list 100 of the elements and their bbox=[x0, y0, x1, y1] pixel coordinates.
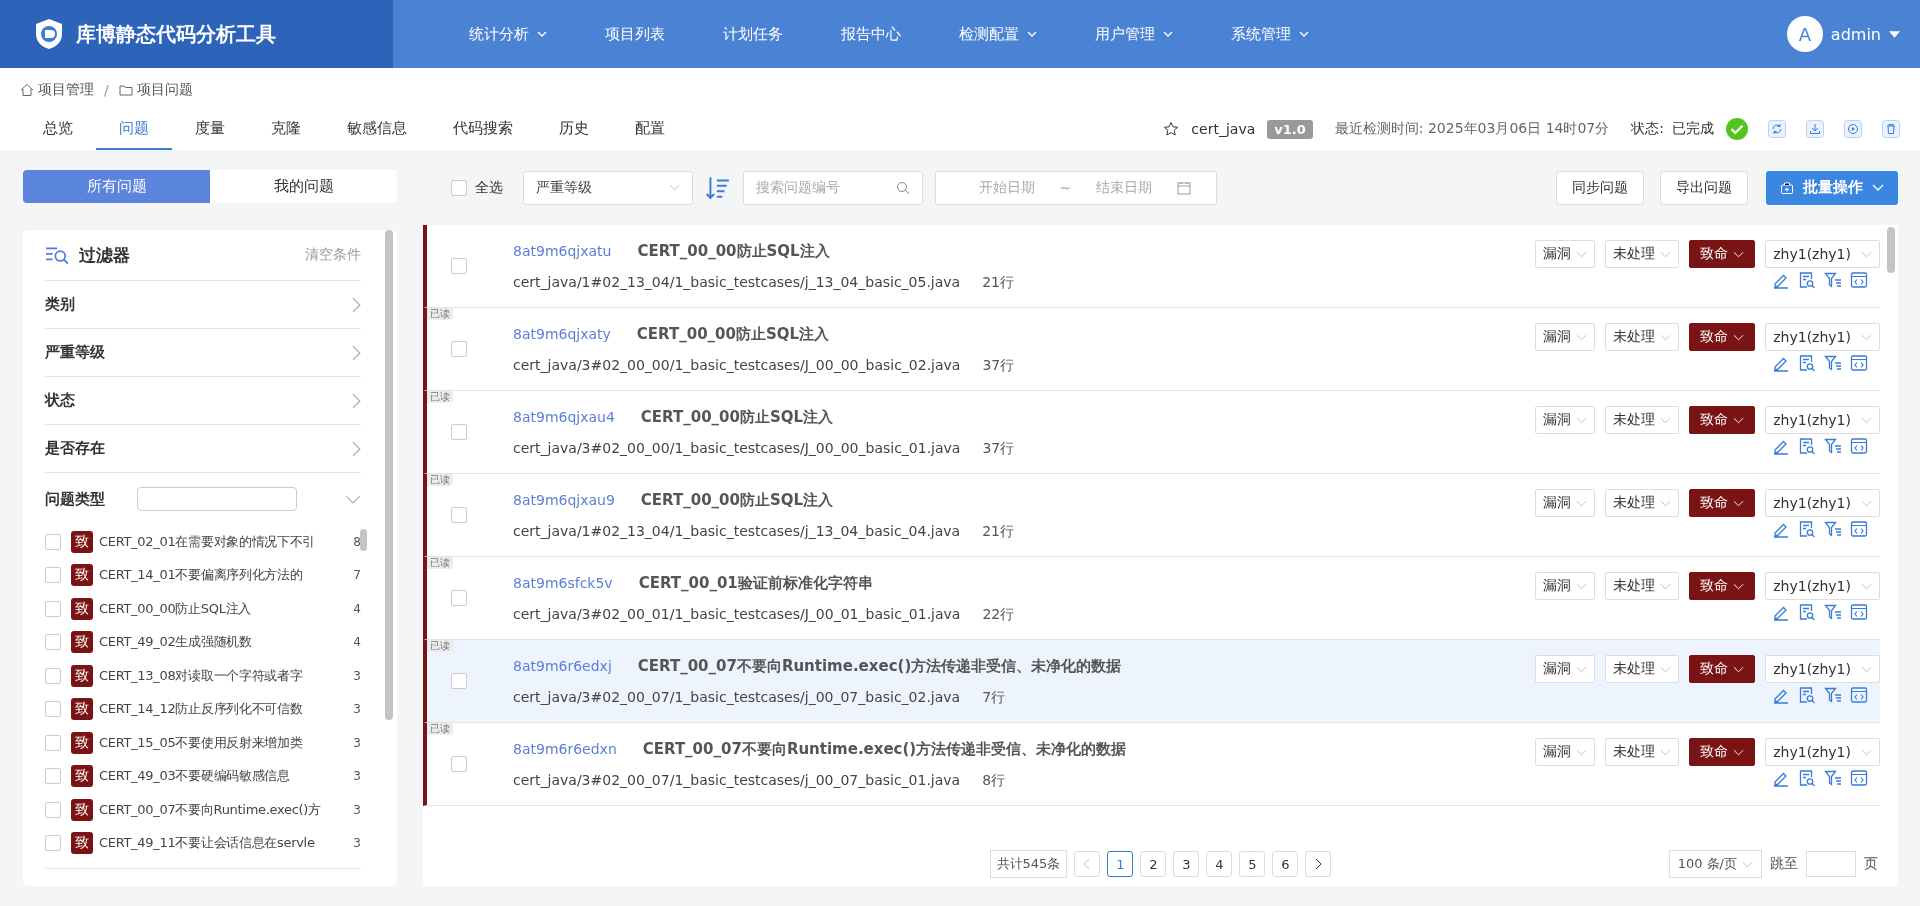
document-search-icon[interactable] bbox=[1798, 437, 1816, 455]
nav-menu-item[interactable]: 用户管理 bbox=[1066, 24, 1202, 44]
assignee-select[interactable]: zhy1(zhy1) bbox=[1765, 240, 1880, 268]
filter-section[interactable]: 严重等级 bbox=[45, 343, 105, 362]
category-select[interactable]: 漏洞 bbox=[1535, 240, 1596, 268]
assignee-select[interactable]: zhy1(zhy1) bbox=[1765, 489, 1880, 517]
previous-page-button[interactable] bbox=[1074, 851, 1101, 877]
filter-section[interactable]: 状态 bbox=[45, 391, 75, 410]
document-search-icon[interactable] bbox=[1798, 520, 1816, 538]
filter-section[interactable]: 是否存在 bbox=[45, 439, 105, 458]
caret-icon[interactable] bbox=[1889, 30, 1900, 38]
issue-type-name[interactable]: CERT_00_07不要向Runtime.exec()方 bbox=[99, 800, 339, 819]
issue-row[interactable]: 已读 8at9m6qjxau9 CERT_00_00防止SQL注入 cert_java/1#02_13_04/1_basic_testcases/j_13_04_basic_04.java 21行 漏洞 未处理 致命 zhy1(zhy1) bbox=[423, 474, 1880, 557]
issue-id-link[interactable]: 8at9m6r6edxn bbox=[513, 741, 617, 757]
page-button[interactable]: 1 bbox=[1107, 851, 1134, 877]
user-avatar[interactable]: A bbox=[1786, 16, 1823, 52]
page-size-select[interactable]: 100 条/页 bbox=[1668, 850, 1762, 878]
toolbar-button[interactable]: 导出问题 bbox=[1660, 170, 1748, 205]
select-all-label[interactable]: 全选 bbox=[475, 178, 503, 197]
issue-type-name[interactable]: CERT_13_08对读取一个字符或者字 bbox=[99, 666, 339, 685]
issue-type-name[interactable]: CERT_02_01在需要对象的情况下不引 bbox=[99, 532, 339, 551]
refresh-icon[interactable] bbox=[1768, 120, 1786, 138]
severity-select[interactable]: 致命 bbox=[1689, 240, 1756, 268]
status-select[interactable]: 未处理 bbox=[1605, 655, 1680, 683]
issue-row[interactable]: 8at9m6qjxatu CERT_00_00防止SQL注入 cert_java/1#02_13_04/1_basic_testcases/j_13_04_basic_05.java 21行 漏洞 未处理 致命 zhy1(zhy1) bbox=[423, 225, 1880, 308]
checkbox[interactable] bbox=[45, 634, 61, 651]
assignee-select[interactable]: zhy1(zhy1) bbox=[1765, 655, 1880, 683]
checkbox[interactable] bbox=[451, 258, 467, 274]
toolbar-button[interactable]: 同步问题 bbox=[1556, 170, 1644, 205]
checkbox[interactable] bbox=[45, 801, 61, 818]
status-select[interactable]: 未处理 bbox=[1605, 323, 1680, 351]
checkbox[interactable] bbox=[45, 533, 61, 550]
chevron-left-icon[interactable] bbox=[1083, 858, 1092, 870]
document-search-icon[interactable] bbox=[1798, 603, 1816, 621]
issue-type-name[interactable]: CERT_14_01不要偏离序列化方法的 bbox=[99, 566, 339, 585]
issue-type-name[interactable]: CERT_49_02生成强随机数 bbox=[99, 633, 339, 652]
issue-id-link[interactable]: 8at9m6qjxau9 bbox=[513, 492, 615, 508]
document-search-icon[interactable] bbox=[1798, 769, 1816, 787]
status-select[interactable]: 未处理 bbox=[1605, 738, 1680, 766]
filter-icon[interactable] bbox=[1824, 437, 1842, 455]
document-search-icon[interactable] bbox=[1798, 686, 1816, 704]
issue-row[interactable]: 已读 8at9m6r6edxn CERT_00_07不要向Runtime.exec()方法传递非受信、未净化的数据 cert_java/3#02_00_07/1_basic_testcases/j_00_07_basic_01.java 8行 漏洞 未处理 致命 zhy1(zhy1) bbox=[423, 723, 1880, 806]
filter-icon[interactable] bbox=[1824, 603, 1842, 621]
filter-icon[interactable] bbox=[1824, 354, 1842, 372]
page-button[interactable]: 6 bbox=[1272, 851, 1299, 877]
type-search-field[interactable] bbox=[137, 487, 297, 511]
filter-icon[interactable] bbox=[1824, 271, 1842, 289]
severity-select[interactable]: 严重等级 bbox=[523, 170, 693, 205]
checkbox[interactable] bbox=[451, 590, 467, 606]
category-select[interactable]: 漏洞 bbox=[1535, 323, 1596, 351]
severity-select[interactable]: 致命 bbox=[1689, 489, 1756, 517]
scrollbar-thumb[interactable] bbox=[1887, 227, 1895, 273]
scrollbar-thumb[interactable] bbox=[385, 230, 393, 720]
issue-row[interactable]: 已读 8at9m6qjxaty CERT_00_00防止SQL注入 cert_java/3#02_00_00/1_basic_testcases/J_00_00_basic_02.java 37行 漏洞 未处理 致命 zhy1(zhy1) bbox=[423, 308, 1880, 391]
issue-row[interactable]: 已读 8at9m6qjxau4 CERT_00_00防止SQL注入 cert_java/3#02_00_00/1_basic_testcases/J_00_00_basic_01.java 37行 漏洞 未处理 致命 zhy1(zhy1) bbox=[423, 391, 1880, 474]
tab[interactable]: 代码搜索 bbox=[430, 108, 536, 150]
document-search-icon[interactable] bbox=[1798, 271, 1816, 289]
code-icon[interactable] bbox=[1850, 520, 1868, 538]
collapse-icon[interactable] bbox=[345, 494, 361, 504]
chevron-right-icon[interactable] bbox=[1314, 858, 1323, 870]
tab[interactable]: 历史 bbox=[536, 108, 612, 150]
issue-type-name[interactable]: CERT_00_00防止SQL注入 bbox=[99, 599, 339, 618]
code-icon[interactable] bbox=[1850, 603, 1868, 621]
code-icon[interactable] bbox=[1850, 769, 1868, 787]
severity-select[interactable]: 致命 bbox=[1689, 323, 1756, 351]
page-button[interactable]: 5 bbox=[1239, 851, 1266, 877]
filter-section[interactable]: 类别 bbox=[45, 295, 75, 314]
checkbox[interactable] bbox=[45, 567, 61, 584]
issue-id-link[interactable]: 8at9m6qjxaty bbox=[513, 326, 611, 342]
nav-menu-item[interactable]: 项目列表 bbox=[576, 24, 694, 44]
checkbox[interactable] bbox=[45, 600, 61, 617]
category-select[interactable]: 漏洞 bbox=[1535, 738, 1596, 766]
issue-id-link[interactable]: 8at9m6sfck5v bbox=[513, 575, 613, 591]
briefcase-icon[interactable] bbox=[1780, 180, 1794, 195]
issue-type-name[interactable]: CERT_15_05不要使用反射来增加类 bbox=[99, 733, 339, 752]
checkbox[interactable] bbox=[451, 756, 467, 772]
nav-menu-item[interactable]: 统计分析 bbox=[440, 24, 576, 44]
play-icon[interactable] bbox=[1844, 120, 1862, 138]
star-icon[interactable] bbox=[1163, 121, 1180, 137]
calendar-icon[interactable] bbox=[1177, 180, 1192, 195]
issue-row[interactable]: 已读 8at9m6r6edxj CERT_00_07不要向Runtime.exec()方法传递非受信、未净化的数据 cert_java/3#02_00_07/1_basic_testcases/j_00_07_basic_02.java 7行 漏洞 未处理 致命 zhy1(zhy1) bbox=[423, 640, 1880, 723]
assignee-select[interactable]: zhy1(zhy1) bbox=[1765, 406, 1880, 434]
scrollbar-thumb[interactable] bbox=[360, 529, 367, 551]
filter-icon[interactable] bbox=[1824, 769, 1842, 787]
issue-id-link[interactable]: 8at9m6r6edxj bbox=[513, 658, 612, 674]
code-icon[interactable] bbox=[1850, 354, 1868, 372]
category-select[interactable]: 漏洞 bbox=[1535, 406, 1596, 434]
batch-actions-button[interactable]: 批量操作 bbox=[1766, 170, 1898, 205]
page-button[interactable]: 4 bbox=[1206, 851, 1233, 877]
search-icon[interactable] bbox=[896, 180, 910, 195]
issue-type-name[interactable]: CERT_14_12防止反序列化不可信数 bbox=[99, 700, 339, 719]
nav-menu-item[interactable]: 检测配置 bbox=[930, 24, 1066, 44]
nav-menu-item[interactable]: 计划任务 bbox=[694, 24, 812, 44]
scope-toggle[interactable]: 我的问题 bbox=[210, 170, 397, 203]
status-select[interactable]: 未处理 bbox=[1605, 572, 1680, 600]
checkbox[interactable] bbox=[451, 341, 467, 357]
tab[interactable]: 克隆 bbox=[248, 108, 324, 150]
severity-select[interactable]: 致命 bbox=[1689, 406, 1756, 434]
status-select[interactable]: 未处理 bbox=[1605, 406, 1680, 434]
checkbox[interactable] bbox=[45, 768, 61, 785]
